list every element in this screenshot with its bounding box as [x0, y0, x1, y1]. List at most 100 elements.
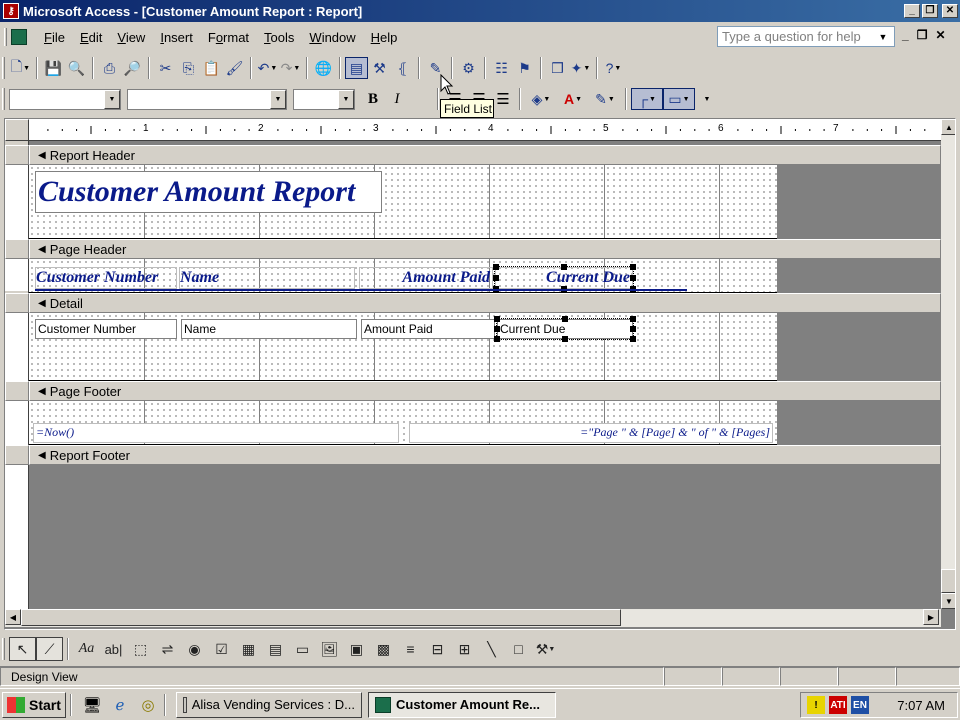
bold-icon[interactable]: B — [361, 88, 385, 110]
tray-alert-icon[interactable]: ! — [807, 696, 825, 714]
field-list-icon[interactable]: ▤ — [345, 57, 368, 79]
resize-handle[interactable] — [630, 275, 636, 281]
menu-edit[interactable]: Edit — [73, 28, 110, 47]
line-tool-icon[interactable]: ╲ — [478, 637, 505, 661]
resize-handle[interactable] — [630, 264, 636, 270]
page-number-textbox[interactable]: ="Page " & [Page] & " of " & [Pages] — [409, 423, 773, 443]
page-footer-bar[interactable]: ◀ Page Footer — [29, 381, 941, 401]
chevron-down-icon[interactable]: ▼ — [338, 89, 354, 109]
ask-question-input[interactable]: Type a question for help ▼ — [717, 26, 895, 47]
textbox-tool-icon[interactable]: ab| — [100, 637, 127, 661]
page-header-band[interactable]: Customer Number Name Amount Paid Current… — [29, 259, 777, 293]
control-wizards-icon[interactable]: ⟋ — [36, 637, 63, 661]
name-header-label[interactable]: Name — [179, 267, 355, 289]
image-icon[interactable]: 🖼 — [316, 637, 343, 661]
menu-file[interactable]: File — [37, 28, 73, 47]
italic-icon[interactable]: I — [385, 88, 409, 110]
customer-number-header-label[interactable]: Customer Number — [35, 267, 177, 289]
align-right-icon[interactable]: ☰ — [491, 88, 515, 110]
scroll-down-icon[interactable]: ▼ — [941, 593, 955, 609]
doc-close-button[interactable]: ✕ — [935, 28, 945, 42]
start-button[interactable]: Start — [2, 691, 66, 718]
internet-explorer-icon[interactable]: ℯ — [108, 693, 132, 717]
paste-icon[interactable]: 📋 — [200, 57, 223, 79]
option-group-icon[interactable]: ⬚ — [127, 637, 154, 661]
print-icon[interactable]: ⎙ — [98, 57, 121, 79]
label-tool-icon[interactable]: Aa — [73, 637, 100, 661]
chevron-down-icon[interactable]: ▼ — [104, 89, 120, 109]
object-combo[interactable]: ▼ — [9, 88, 121, 110]
ati-icon[interactable]: ATI — [829, 696, 847, 714]
horizontal-ruler[interactable]: 1 2 3 4 5 6 7 — [29, 119, 941, 141]
page-header-bar[interactable]: ◀ Page Header — [29, 239, 941, 259]
detail-bar[interactable]: ◀ Detail — [29, 293, 941, 313]
more-controls-icon[interactable]: ⚒ ▼ — [532, 637, 559, 661]
cut-icon[interactable]: ✂ — [154, 57, 177, 79]
copy-icon[interactable]: ⎘ — [177, 57, 200, 79]
toolbar-options-icon[interactable]: ▼ — [695, 88, 718, 110]
page-break-icon[interactable]: ≡ — [397, 637, 424, 661]
fill-color-icon[interactable]: ◈ ▼ — [525, 88, 557, 110]
toolbar-grip[interactable] — [2, 88, 5, 110]
resize-handle[interactable] — [494, 316, 500, 322]
report-design-surface[interactable]: 1 2 3 4 5 6 7 ◀ Report Header Customer A… — [4, 118, 956, 630]
file-search-icon[interactable]: 🔍 — [65, 57, 88, 79]
menu-help[interactable]: Help — [364, 28, 406, 47]
close-button[interactable]: ✕ — [942, 4, 958, 18]
report-footer-bar[interactable]: ◀ Report Footer — [29, 445, 941, 465]
name-textbox[interactable]: Name — [181, 319, 357, 339]
horizontal-scrollbar[interactable]: ◀ ▶ — [5, 609, 941, 627]
bound-object-frame-icon[interactable]: ▩ — [370, 637, 397, 661]
resize-handle[interactable] — [562, 336, 568, 342]
command-button-icon[interactable]: ▭ — [289, 637, 316, 661]
sorting-grouping-icon[interactable]: ⦃ — [391, 57, 414, 79]
report-header-bar[interactable]: ◀ Report Header — [29, 145, 941, 165]
resize-handle[interactable] — [493, 264, 499, 270]
menu-format[interactable]: Format — [201, 28, 257, 47]
doc-minimize-button[interactable]: _ — [902, 28, 909, 42]
chevron-down-icon[interactable]: ▼ — [876, 32, 890, 42]
report-selector[interactable] — [5, 119, 29, 141]
font-size-combo[interactable]: ▼ — [293, 88, 355, 110]
resize-handle[interactable] — [493, 275, 499, 281]
save-icon[interactable]: 💾 — [42, 57, 65, 79]
section-selector[interactable] — [5, 381, 29, 401]
language-indicator[interactable]: EN — [851, 696, 869, 714]
section-selector[interactable] — [5, 145, 29, 165]
minimize-button[interactable]: _ — [904, 4, 920, 18]
scroll-thumb[interactable] — [941, 569, 955, 593]
special-effect-icon[interactable]: ▭ ▼ — [663, 88, 695, 110]
check-box-icon[interactable]: ☑ — [208, 637, 235, 661]
horizontal-scroll-thumb[interactable] — [21, 609, 621, 626]
section-selector[interactable] — [5, 293, 29, 313]
line-color-icon[interactable]: ✎ ▼ — [589, 88, 621, 110]
amount-paid-textbox[interactable]: Amount Paid — [361, 319, 495, 339]
rectangle-tool-icon[interactable]: □ — [505, 637, 532, 661]
task-database-window[interactable]: Alisa Vending Services : D... — [176, 691, 362, 718]
font-name-combo[interactable]: ▼ — [127, 88, 287, 110]
line-width-icon[interactable]: ┌ ▼ — [631, 88, 663, 110]
report-document-icon[interactable] — [11, 29, 27, 45]
undo-icon[interactable]: ↶ ▼ — [256, 57, 279, 79]
vertical-ruler[interactable] — [5, 141, 29, 609]
unbound-object-frame-icon[interactable]: ▣ — [343, 637, 370, 661]
restore-button[interactable]: ❐ — [922, 4, 938, 18]
resize-handle[interactable] — [630, 336, 636, 342]
menu-view[interactable]: View — [110, 28, 153, 47]
resize-handle[interactable] — [562, 316, 568, 322]
format-painter-icon[interactable]: 🖌 — [223, 57, 246, 79]
header-underline[interactable] — [35, 289, 687, 291]
amount-paid-header-label[interactable]: Amount Paid — [359, 267, 493, 289]
toolbar-grip[interactable] — [2, 57, 5, 79]
resize-handle[interactable] — [561, 264, 567, 270]
toolbar-grip[interactable] — [2, 638, 5, 660]
report-header-band[interactable]: Customer Amount Report — [29, 165, 777, 239]
now-textbox[interactable]: =Now() — [33, 423, 399, 443]
redo-icon[interactable]: ↷ ▼ — [279, 57, 302, 79]
subform-icon[interactable]: ⊞ — [451, 637, 478, 661]
build-icon[interactable]: ⚑ — [513, 57, 536, 79]
detail-band[interactable]: Customer Number Name Amount Paid Current… — [29, 313, 777, 381]
combo-box-icon[interactable]: ▦ — [235, 637, 262, 661]
menu-insert[interactable]: Insert — [153, 28, 201, 47]
page-footer-band[interactable]: =Now() ="Page " & [Page] & " of " & [Pag… — [29, 401, 777, 445]
